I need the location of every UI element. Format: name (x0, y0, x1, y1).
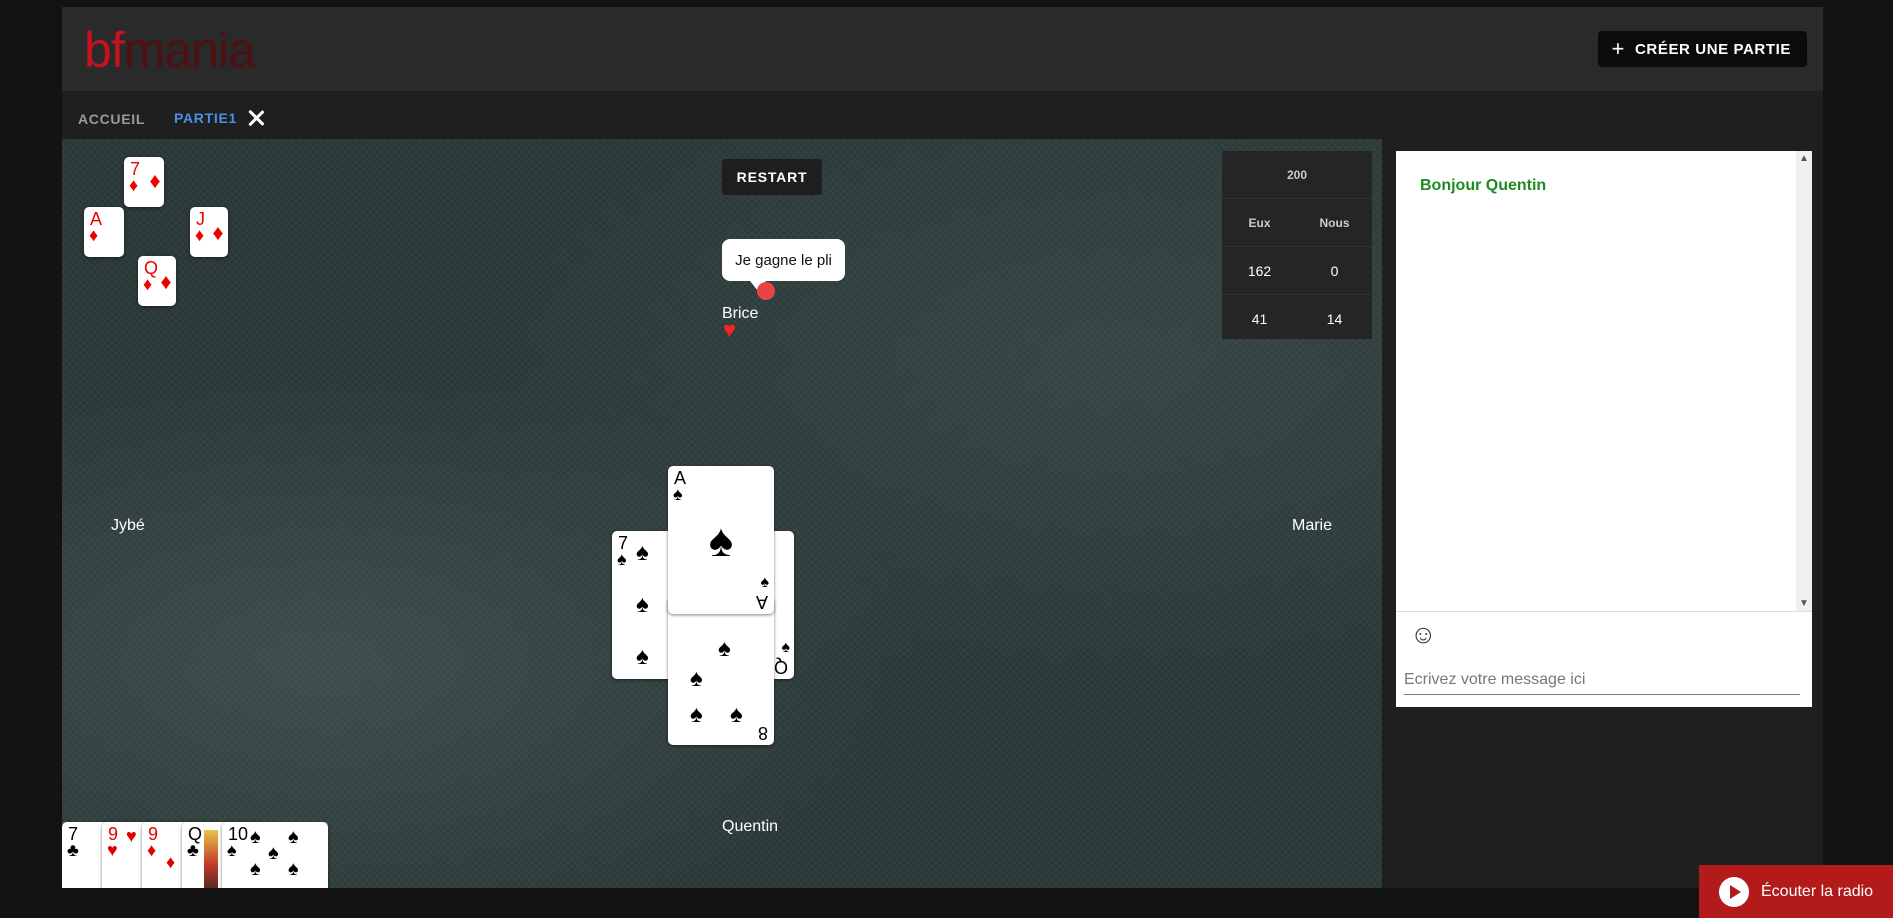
logo[interactable]: bfmania (84, 25, 256, 75)
listen-radio-label: Écouter la radio (1761, 882, 1874, 900)
chat-log: Bonjour Quentin (1396, 151, 1812, 611)
chat-message: Bonjour Quentin (1420, 177, 1547, 194)
trick-card-top: A ♠ ♠ A ♠ (668, 466, 774, 614)
scroll-up-icon[interactable]: ▲ (1799, 153, 1809, 164)
last-trick-card-right: J ♦ ♦ (190, 207, 228, 257)
close-icon[interactable] (247, 109, 265, 127)
tab-game[interactable]: PARTIE1 (158, 91, 314, 146)
smiley-icon[interactable]: ☺ (1410, 621, 1437, 647)
chat-divider (1396, 611, 1812, 612)
chat-message-input[interactable] (1404, 665, 1800, 695)
trick-card-bottom: ♠ ♠ ♠ ♠ 8 (668, 597, 774, 745)
app-window: bfmania + CRÉER UNE PARTIE ACCUEIL PARTI… (62, 7, 1823, 888)
top-bar: bfmania + CRÉER UNE PARTIE (62, 7, 1823, 91)
chat-panel: Bonjour Quentin ▲ ▼ ☺ (1396, 151, 1812, 707)
tab-home[interactable]: ACCUEIL (78, 91, 145, 146)
score-header-row: Eux Nous (1222, 199, 1372, 247)
restart-button[interactable]: RESTART (722, 159, 822, 195)
score-target: 200 (1222, 151, 1372, 199)
tab-game-label: PARTIE1 (174, 109, 237, 126)
score-panel: 200 Eux Nous 162 0 41 14 (1222, 151, 1372, 339)
player-hand: 7 ♣ 9 ♥ ♥ 9 ♦ ♦ Q ♣ 10 ♠ ♠ ♠ ♠ ♠ ♠ (62, 822, 328, 888)
game-table: 7 ♦ ♦ A ♦ J ♦ ♦ Q ♦ ♦ RESTART Je gagne le pl… (62, 139, 1382, 888)
score-row: 41 14 (1251, 311, 1343, 327)
last-trick-card-bottom: Q ♦ ♦ (138, 256, 176, 306)
last-trick-card-top: 7 ♦ ♦ (124, 157, 164, 207)
create-game-button[interactable]: + CRÉER UNE PARTIE (1597, 31, 1807, 67)
chat-scrollbar[interactable]: ▲ ▼ (1796, 151, 1812, 611)
hand-card[interactable]: 10 ♠ ♠ ♠ ♠ ♠ ♠ (222, 822, 328, 888)
tab-bar: ACCUEIL PARTIE1 (62, 91, 1823, 146)
score-row: 162 0 (1222, 247, 1372, 295)
player-left-name: Jybé (111, 517, 145, 534)
heart-icon: ♥ (723, 317, 737, 342)
listen-radio-button[interactable]: Écouter la radio (1699, 865, 1893, 918)
scroll-down-icon[interactable]: ▼ (1799, 598, 1809, 609)
last-trick-card-left: A ♦ (84, 207, 124, 257)
play-icon (1719, 876, 1749, 907)
create-game-label: CRÉER UNE PARTIE (1634, 40, 1791, 58)
active-player-indicator (757, 282, 775, 300)
plus-icon: + (1611, 36, 1625, 61)
speech-bubble: Je gagne le pli (722, 239, 845, 291)
player-right-name: Marie (1292, 517, 1333, 534)
player-bottom-name: Quentin (722, 818, 779, 835)
